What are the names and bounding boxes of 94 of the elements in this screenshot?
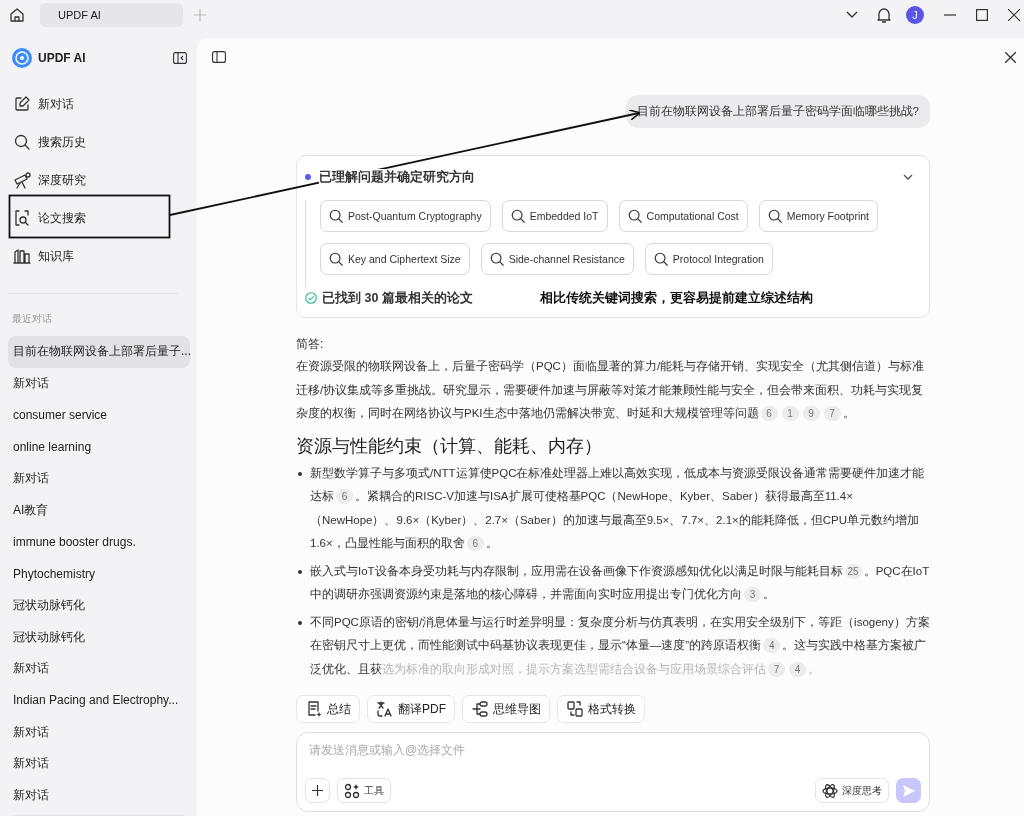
search-icon	[328, 208, 344, 224]
mind-map-icon	[471, 700, 489, 718]
summary-icon	[305, 700, 323, 718]
keyword-chip[interactable]: Embedded IoT	[501, 200, 608, 232]
search-icon	[13, 133, 31, 151]
citation-link[interactable]: 4	[763, 638, 781, 653]
citation-link[interactable]: 6	[336, 489, 353, 504]
citation-link[interactable]: 4	[789, 661, 806, 677]
convert-icon	[566, 700, 584, 718]
bell-icon[interactable]	[876, 6, 892, 24]
conversation-item[interactable]: 新对话	[8, 716, 190, 748]
search-icon	[766, 208, 783, 224]
plus-icon	[312, 785, 323, 796]
bullet-icon	[298, 620, 302, 625]
section-heading: 资源与性能约束（计算、能耗、内存）	[296, 434, 603, 458]
atom-icon	[822, 782, 838, 799]
tools-button[interactable]: 工具	[337, 778, 391, 803]
books-icon	[13, 247, 31, 265]
citation-link[interactable]: 25	[844, 563, 862, 579]
conversation-item[interactable]: 冠状动脉钙化	[8, 589, 190, 622]
nav-item[interactable]: 知识库	[8, 237, 197, 275]
conversation-item[interactable]: 目前在物联网设备上部署后量子...	[8, 336, 190, 368]
close-icon[interactable]	[1008, 9, 1020, 21]
conversation-item[interactable]: 新对话	[8, 462, 190, 495]
collapse-sidebar-icon[interactable]	[173, 52, 187, 64]
keyword-chip[interactable]: Post-Quantum Cryptography	[320, 200, 491, 232]
translate-icon	[376, 700, 394, 718]
bullet-icon	[298, 569, 302, 574]
keyword-chip[interactable]: Protocol Integration	[644, 243, 773, 275]
conversation-item[interactable]: 新对话	[8, 779, 190, 812]
conversation-item[interactable]: 新对话	[8, 652, 190, 685]
conversation-item[interactable]: AI教育	[8, 494, 190, 527]
tab[interactable]: UPDF AI	[40, 3, 183, 27]
search-icon	[652, 251, 669, 267]
chevron-down-icon[interactable]	[903, 172, 913, 182]
citation-link[interactable]: 9	[802, 406, 820, 421]
nav-item[interactable]: 深度研究	[8, 161, 197, 199]
search-icon	[488, 251, 505, 267]
quick-action-button[interactable]: 思维导图	[462, 695, 550, 723]
chevron-down-icon[interactable]	[846, 11, 858, 19]
citation-link[interactable]: 1	[781, 406, 799, 421]
keyword-chip[interactable]: Computational Cost	[618, 200, 748, 232]
nav-item[interactable]: 新对话	[8, 85, 197, 123]
conversation-item[interactable]: consumer service	[8, 399, 190, 432]
quick-action-button[interactable]: 总结	[296, 695, 360, 723]
conversation-item[interactable]: Phytochemistry	[8, 557, 190, 590]
home-icon[interactable]	[8, 6, 26, 24]
section-label: 最近对话	[12, 312, 53, 326]
citation-link[interactable]: 3	[744, 587, 761, 602]
keyword-chip[interactable]: Side-channel Resistance	[480, 243, 634, 275]
conversation-item[interactable]: online learning	[8, 431, 190, 463]
answer-paragraph: 不同PQC原语的密钥/消息体量与运行时差异明显：复杂度分析与仿真表明，在实用安全级别下，等距（isogeny）方案在密钥尺寸上更优，而性能测试中码基协议表现更佳，显示“体量—速度”的跨原语权衡 4 。这与实践中格基方案被广泛优化、且获选为标准的取向形成对照，提示方案选型需结合设备与应用场景综合评估 7 4 。	[310, 614, 930, 679]
step-title: 已理解问题并确定研究方向	[319, 168, 475, 186]
conversation-item[interactable]: 冠状动脉钙化	[8, 621, 190, 653]
bullet-icon	[298, 471, 302, 476]
answer-label: 简答:	[296, 336, 325, 353]
search-icon	[328, 251, 344, 267]
check-circle-icon	[305, 292, 317, 304]
telescope-icon	[13, 171, 31, 189]
result-text: 已找到 30 篇最相关的论文	[322, 289, 473, 307]
nav-item[interactable]: 论文搜索	[8, 199, 197, 237]
annotation-caption: 相比传统关键词搜索，更容易提前建立综述结构	[539, 289, 813, 307]
quick-action-button[interactable]: 格式转换	[557, 695, 645, 723]
keyword-chip[interactable]: Key and Ciphertext Size	[320, 243, 470, 275]
send-icon	[901, 783, 916, 798]
keyword-chip[interactable]: Memory Footprint	[758, 200, 879, 232]
sidebar-toggle-icon[interactable]	[212, 51, 226, 63]
quick-action-button[interactable]: 翻译PDF	[367, 695, 455, 723]
citation-link[interactable]: 6	[760, 406, 778, 421]
avatar[interactable]: J	[906, 6, 924, 24]
maximize-icon[interactable]	[976, 9, 988, 21]
deep-think-button[interactable]: 深度思考	[815, 778, 889, 803]
conversation-item[interactable]: Indian Pacing and Electrophy...	[8, 684, 190, 717]
progress-dot-icon	[305, 174, 311, 180]
message-input[interactable]: 请发送消息或输入@选择文件 工具 深度思考	[296, 732, 930, 812]
search-icon	[626, 208, 643, 224]
citation-link[interactable]: 6	[466, 536, 484, 551]
app-name: UPDF AI	[38, 51, 86, 65]
conversation-item[interactable]: 新对话	[8, 367, 190, 400]
citation-link[interactable]: 7	[823, 406, 841, 421]
answer-paragraph: 在资源受限的物联网设备上，后量子密码学（PQC）面临显著的算力/能耗与存储开销、实现安全（尤其侧信道）与标准迁移/协议集成等多重挑战。研究显示，需要硬件加速与屏蔽等对策才能兼顾性能与安全，但会带来面积、功耗与实现复杂度的权衡，同时在网络协议与PKI生态中落地仍需解决带宽、时延和大规模管理等问题 6 1 9 7 。	[296, 359, 926, 423]
logo-icon	[12, 48, 32, 68]
close-icon[interactable]	[1005, 51, 1016, 63]
nav-item[interactable]: 搜索历史	[8, 123, 197, 161]
apps-icon	[344, 782, 360, 799]
document-search-icon	[13, 209, 31, 227]
add-button[interactable]	[305, 778, 330, 803]
conversation-item[interactable]: immune booster drugs.	[8, 526, 190, 558]
answer-paragraph: 嵌入式与IoT设备本身受功耗与内存限制，应用需在设备画像下作资源感知优化以满足时限与能耗目标 25 。PQC在IoT中的调研亦强调资源约束是落地的核心障碍，并需面向实时应用提出专门优化方向 3 。	[310, 562, 930, 604]
answer-paragraph: 新型数学算子与多项式/NTT运算使PQC在标准处理器上难以高效实现，低成本与资源受限设备通常需要硬件加速才能达标 6 。紧耦合的RISC-V加速与ISA扩展可使格基PQC（NewHope、Kyber、Saber）获得最高至11.4×（NewHope）、9.6×（Kyber）、2.7×（Saber）的加速与最高至9.5×、7.7×、2.1×的能耗降低，但CPU单元数约增加1.6×，凸显性能与面积的取舍 6 。	[310, 465, 926, 553]
citation-link[interactable]: 7	[768, 661, 785, 677]
conversation-item[interactable]: 新对话	[8, 747, 190, 780]
search-icon	[509, 208, 526, 224]
edit-icon	[13, 95, 31, 113]
